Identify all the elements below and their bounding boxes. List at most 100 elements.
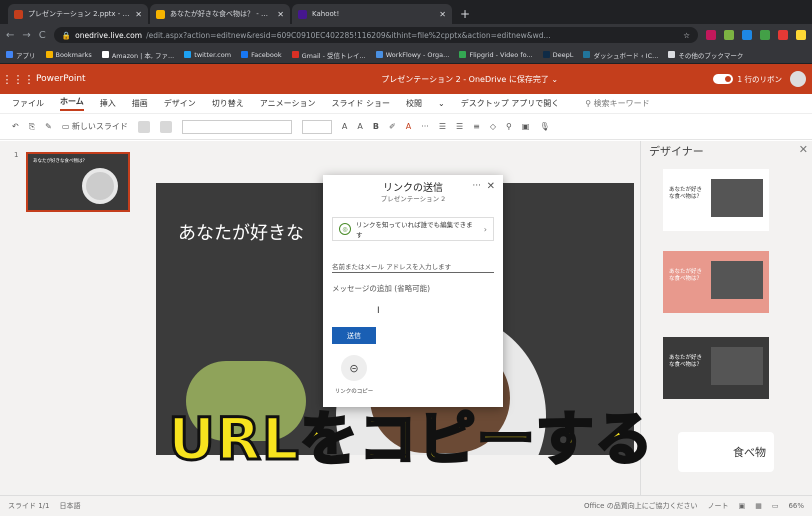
app-name[interactable]: PowerPoint bbox=[36, 74, 266, 84]
dashboard-icon bbox=[583, 51, 591, 58]
document-title[interactable]: プレゼンテーション 2 - OneDrive に保存完了 ⌄ bbox=[266, 74, 713, 85]
bookmarks-bar: アプリ Bookmarks Amazon | 本, ファ... twitter.… bbox=[0, 46, 812, 64]
link-permission-button[interactable]: ◎ リンクを知っていれば誰でも編集できます › bbox=[332, 217, 494, 241]
tab-home[interactable]: ホーム bbox=[60, 96, 84, 111]
shrink-font-icon[interactable]: A bbox=[357, 122, 362, 131]
designer-title: デザイナー bbox=[649, 145, 704, 158]
design-option[interactable]: あなたが好きな食べ物は？ bbox=[663, 251, 769, 313]
bookmark-item[interactable]: ダッシュボード ‹ IC... bbox=[583, 50, 658, 60]
tab-transitions[interactable]: 切り替え bbox=[212, 98, 244, 109]
app-launcher-icon[interactable]: ⋮⋮⋮ bbox=[0, 73, 36, 86]
food-image bbox=[711, 261, 763, 299]
browser-tab-bar: プレゼンテーション 2.pptx - Micr ✕ あなたが好きな食べ物は？ -… bbox=[0, 0, 812, 24]
design-option[interactable]: あなたが好きな食べ物は？ bbox=[663, 337, 769, 399]
url-input[interactable]: 🔒 onedrive.live.com /edit.aspx?action=ed… bbox=[53, 27, 698, 43]
extension-icon[interactable] bbox=[706, 30, 716, 40]
tab-file[interactable]: ファイル bbox=[12, 98, 44, 109]
more-options-button[interactable]: ··· bbox=[472, 181, 481, 191]
shapes-icon[interactable]: ◇ bbox=[490, 122, 496, 131]
forms-favicon-icon bbox=[156, 9, 165, 19]
highlight-icon[interactable]: ✐ bbox=[389, 122, 396, 131]
normal-view-icon[interactable]: ▣ bbox=[739, 502, 746, 510]
avatar[interactable] bbox=[790, 71, 806, 87]
close-icon[interactable]: ✕ bbox=[135, 10, 142, 19]
extension-icon[interactable] bbox=[760, 30, 770, 40]
design-option[interactable]: あなたが好きな食べ物は？ bbox=[663, 169, 769, 231]
new-slide-button[interactable]: ▭ 新しいスライド bbox=[62, 121, 128, 132]
star-icon[interactable]: ☆ bbox=[683, 31, 690, 40]
copy-link-icon[interactable]: ⊝ bbox=[341, 355, 367, 381]
grow-font-icon[interactable]: A bbox=[342, 122, 347, 131]
tab-kahoot[interactable]: Kahoot! ✕ bbox=[292, 4, 452, 24]
language[interactable]: 日本語 bbox=[60, 501, 81, 511]
tab-powerpoint[interactable]: プレゼンテーション 2.pptx - Micr ✕ bbox=[8, 4, 148, 24]
font-size-field[interactable] bbox=[301, 119, 332, 134]
more-tabs-chevron[interactable]: ⌄ bbox=[438, 99, 445, 108]
tab-animations[interactable]: アニメーション bbox=[260, 98, 316, 109]
bookmark-item[interactable]: twitter.com bbox=[184, 51, 231, 59]
tab-design[interactable]: デザイン bbox=[164, 98, 196, 109]
bold-icon[interactable]: B bbox=[373, 122, 379, 131]
format-painter-icon[interactable]: ✎ bbox=[45, 122, 52, 131]
close-button[interactable]: ✕ bbox=[487, 181, 495, 192]
tab-review[interactable]: 校閲 bbox=[406, 98, 422, 109]
notes-button[interactable]: ノート bbox=[708, 501, 729, 511]
bookmark-item[interactable]: Flipgrid - Video fo... bbox=[459, 51, 533, 59]
font-color-icon[interactable]: A bbox=[406, 122, 411, 131]
bullets-icon[interactable]: ☰ bbox=[439, 122, 446, 131]
reload-icon[interactable]: C bbox=[39, 30, 46, 41]
search-icon[interactable]: ⚲ bbox=[506, 122, 512, 131]
extension-icon[interactable] bbox=[796, 30, 806, 40]
undo-icon[interactable]: ↶ bbox=[12, 122, 19, 131]
extension-icon[interactable] bbox=[724, 30, 734, 40]
search-icon: ⚲ bbox=[585, 99, 594, 108]
close-icon[interactable]: ✕ bbox=[439, 10, 446, 19]
bookmark-item[interactable]: アプリ bbox=[6, 50, 36, 60]
bookmark-item[interactable]: Gmail - 受信トレイ... bbox=[291, 50, 366, 60]
bookmark-item[interactable]: その他のブックマーク bbox=[668, 50, 743, 60]
zoom-level[interactable]: 66% bbox=[788, 502, 804, 510]
tab-insert[interactable]: 挿入 bbox=[100, 98, 116, 109]
extension-icon[interactable] bbox=[778, 30, 788, 40]
align-icon[interactable]: ≡ bbox=[473, 122, 480, 131]
mic-icon[interactable]: 🎙 bbox=[539, 122, 549, 131]
reset-icon[interactable] bbox=[159, 120, 172, 133]
font-name-field[interactable] bbox=[181, 119, 292, 134]
close-icon[interactable]: ✕ bbox=[277, 10, 284, 19]
feedback-link[interactable]: Office の品質向上にご協力ください bbox=[584, 501, 698, 511]
slide-title[interactable]: あなたが好きな bbox=[178, 219, 304, 245]
search-input[interactable]: ⚲ 検索キーワード bbox=[585, 98, 649, 109]
forward-icon[interactable]: → bbox=[22, 30, 30, 41]
ribbon-toolbar: ↶ ⎘ ✎ ▭ 新しいスライド A A B ✐ A ··· ☰ ☰ ≡ ◇ ⚲ … bbox=[0, 114, 812, 140]
new-tab-button[interactable]: + bbox=[454, 7, 476, 24]
ribbon-tabs: ファイル ホーム 挿入 描画 デザイン 切り替え アニメーション スライド ショ… bbox=[0, 94, 812, 114]
paste-icon[interactable]: ⎘ bbox=[29, 122, 35, 132]
close-icon[interactable]: ✕ bbox=[799, 143, 808, 156]
recipient-input[interactable]: 名前またはメール アドレスを入力します bbox=[332, 257, 494, 273]
slide-counter: スライド 1/1 bbox=[8, 502, 50, 510]
more-icon[interactable]: ··· bbox=[421, 122, 429, 131]
back-icon[interactable]: ← bbox=[6, 30, 14, 41]
extension-icon[interactable] bbox=[742, 30, 752, 40]
tab-draw[interactable]: 描画 bbox=[132, 98, 148, 109]
numbering-icon[interactable]: ☰ bbox=[456, 122, 463, 131]
text-cursor-icon: I bbox=[377, 306, 380, 316]
food-image bbox=[711, 347, 763, 385]
tab-slideshow[interactable]: スライド ショー bbox=[331, 98, 390, 109]
slide-thumbnail[interactable]: あなたが好きな食べ物は？ bbox=[26, 152, 130, 212]
bookmark-item[interactable]: DeepL bbox=[542, 51, 573, 59]
url-path: /edit.aspx?action=editnew&resid=609C0910… bbox=[146, 30, 551, 40]
bookmark-item[interactable]: Amazon | 本, ファ... bbox=[101, 50, 174, 60]
bookmark-item[interactable]: WorkFlowy - Orga... bbox=[375, 51, 449, 59]
sorter-view-icon[interactable]: ▦ bbox=[755, 502, 762, 510]
open-desktop-app-link[interactable]: デスクトップ アプリで開く bbox=[461, 98, 560, 109]
reading-view-icon[interactable]: ▭ bbox=[772, 502, 779, 510]
designer-icon[interactable]: ▣ bbox=[522, 122, 530, 131]
message-input[interactable]: メッセージの追加 (省略可能) bbox=[332, 283, 494, 311]
bookmark-item[interactable]: Facebook bbox=[241, 51, 282, 59]
bookmark-item[interactable]: Bookmarks bbox=[45, 51, 92, 59]
layout-icon[interactable] bbox=[137, 120, 150, 133]
ribbon-toggle[interactable] bbox=[713, 74, 734, 84]
send-button[interactable]: 送信 bbox=[332, 327, 376, 344]
tab-google-forms[interactable]: あなたが好きな食べ物は？ - Goo ✕ bbox=[150, 4, 290, 24]
